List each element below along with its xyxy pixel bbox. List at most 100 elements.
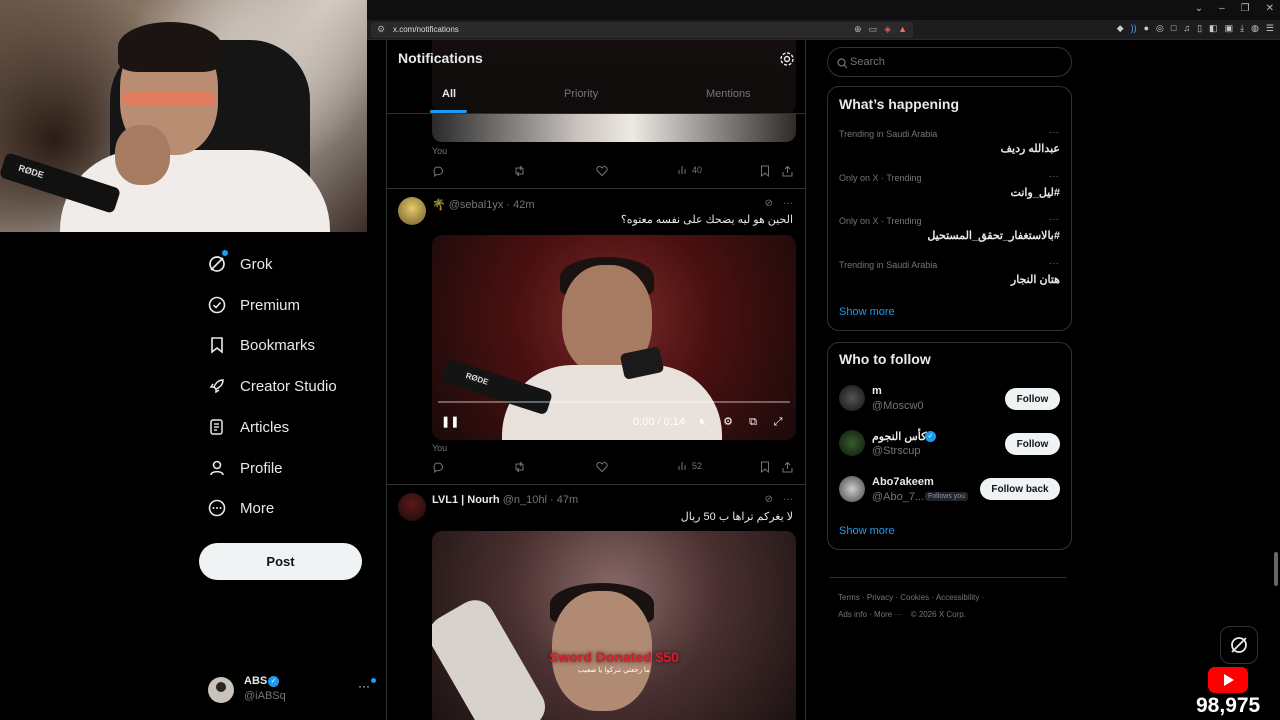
maximize-icon[interactable]: ❐ bbox=[1241, 3, 1250, 14]
extension-icon[interactable]: ◎ bbox=[1156, 23, 1164, 34]
video-player[interactable]: Sword Donated $50 ما رجعتي تتركوا يا صعي… bbox=[432, 531, 796, 720]
footer-link-ads-info[interactable]: Ads info bbox=[838, 610, 867, 619]
footer-link-terms[interactable]: Terms bbox=[838, 593, 860, 602]
avatar[interactable] bbox=[398, 493, 426, 521]
minimize-icon[interactable]: – bbox=[1219, 3, 1225, 14]
menu-icon[interactable]: ☰ bbox=[1266, 23, 1274, 34]
picture-in-picture-icon[interactable]: ⧉ bbox=[746, 415, 760, 429]
shield-icon[interactable]: ◈ bbox=[884, 24, 891, 35]
views-count[interactable]: 40 bbox=[678, 165, 702, 175]
nav-item-grok[interactable]: Grok bbox=[207, 250, 273, 276]
follow-suggestion-handle[interactable]: @Abo_7... bbox=[872, 491, 924, 503]
follow-button[interactable]: Follow bbox=[1005, 433, 1060, 455]
wallet-icon[interactable]: ▣ bbox=[1225, 23, 1234, 34]
bookmark-icon[interactable] bbox=[760, 461, 770, 473]
video-player[interactable]: RØDE ❚❚ 0:00 / 0:14 🔇︎ ⚙ ⧉ ⤢ bbox=[432, 235, 796, 440]
nav-item-articles[interactable]: Articles bbox=[207, 415, 289, 439]
footer-link-cookies[interactable]: Cookies bbox=[900, 593, 929, 602]
wireless-icon[interactable]: )) bbox=[1131, 23, 1137, 34]
tweet-time[interactable]: 42m bbox=[513, 199, 534, 211]
music-icon[interactable]: ♫ bbox=[1183, 23, 1190, 34]
pause-icon[interactable]: ❚❚ bbox=[441, 415, 459, 429]
account-switcher[interactable]: ABS ✓ @iABSq ··· bbox=[208, 673, 378, 707]
tab-priority[interactable]: Priority bbox=[564, 88, 598, 100]
fullscreen-icon[interactable]: ⤢ bbox=[771, 415, 785, 429]
more-options-icon[interactable]: ··· bbox=[1049, 214, 1059, 225]
alert-icon[interactable]: ▲ bbox=[898, 24, 907, 35]
close-icon[interactable]: ✕ bbox=[1266, 3, 1274, 14]
follow-button[interactable]: Follow bbox=[1005, 388, 1060, 410]
more-options-icon[interactable]: ··· bbox=[1049, 258, 1059, 269]
extension-icon[interactable]: ◆ bbox=[1117, 23, 1124, 34]
tab-all[interactable]: All bbox=[442, 88, 456, 100]
reply-icon[interactable] bbox=[432, 461, 444, 473]
trend-item[interactable]: عبدالله رديف bbox=[1001, 142, 1060, 155]
cast-icon[interactable]: ▭ bbox=[869, 24, 878, 35]
trend-item[interactable]: #بالاستغفار_تحقق_المستحيل bbox=[927, 229, 1060, 242]
sidebar-icon[interactable]: ◧ bbox=[1209, 23, 1218, 34]
more-options-icon[interactable]: ··· bbox=[783, 494, 793, 505]
extension-icon[interactable]: ● bbox=[1144, 23, 1149, 34]
grok-explain-icon[interactable]: ⊘ bbox=[765, 494, 773, 505]
video-progress-bar[interactable] bbox=[438, 401, 790, 403]
tweet-handle[interactable]: @n_10hl bbox=[503, 494, 547, 506]
address-bar[interactable]: ⚙ x.com/notifications ⊕ ▭ ◈ ▲ bbox=[371, 22, 913, 38]
mute-icon[interactable]: 🔇︎ bbox=[696, 415, 710, 429]
media-thumbnail[interactable] bbox=[432, 114, 796, 142]
avatar[interactable] bbox=[839, 476, 865, 502]
show-more-link[interactable]: Show more bbox=[839, 306, 895, 318]
page-scrollbar[interactable] bbox=[1274, 552, 1278, 586]
avatar[interactable] bbox=[398, 197, 426, 225]
url-text[interactable]: x.com/notifications bbox=[393, 25, 459, 34]
share-icon[interactable] bbox=[782, 461, 793, 473]
footer-link-privacy[interactable]: Privacy bbox=[867, 593, 893, 602]
settings-icon[interactable]: ⚙ bbox=[721, 415, 735, 429]
show-more-link[interactable]: Show more bbox=[839, 525, 895, 537]
follow-suggestion-handle[interactable]: @Strscup bbox=[872, 445, 920, 457]
trend-item[interactable]: هتان النجار bbox=[1011, 273, 1060, 286]
chevron-down-icon[interactable]: ⌄ bbox=[1195, 3, 1203, 14]
footer-link-accessibility[interactable]: Accessibility bbox=[936, 593, 980, 602]
nav-item-premium[interactable]: Premium bbox=[207, 293, 300, 317]
nav-item-profile[interactable]: Profile bbox=[207, 456, 283, 480]
avatar[interactable] bbox=[839, 385, 865, 411]
tweet-author[interactable]: LVL1 | Nourh bbox=[432, 494, 500, 506]
repost-icon[interactable] bbox=[513, 461, 526, 473]
nav-item-bookmarks[interactable]: Bookmarks bbox=[207, 333, 315, 357]
more-options-icon[interactable]: ··· bbox=[1049, 127, 1059, 138]
more-options-icon[interactable]: ··· bbox=[1049, 171, 1059, 182]
more-options-icon[interactable]: ··· bbox=[358, 679, 370, 693]
follow-suggestion-name[interactable]: كأس النجوم bbox=[872, 430, 926, 443]
extension-icon[interactable]: ▯ bbox=[1197, 23, 1202, 34]
views-count[interactable]: 52 bbox=[678, 461, 702, 471]
extension-icon[interactable]: □ bbox=[1171, 23, 1176, 34]
repost-icon[interactable] bbox=[513, 165, 526, 177]
avatar[interactable] bbox=[839, 430, 865, 456]
post-button[interactable]: Post bbox=[199, 543, 362, 580]
grok-explain-icon[interactable]: ⊘ bbox=[765, 198, 773, 209]
follow-suggestion-name[interactable]: m bbox=[872, 385, 882, 397]
nav-item-more[interactable]: More bbox=[207, 496, 274, 520]
tweet-time[interactable]: 47m bbox=[557, 494, 578, 506]
site-info-icon[interactable]: ⚙ bbox=[377, 24, 385, 35]
zoom-icon[interactable]: ⊕ bbox=[854, 24, 862, 35]
like-icon[interactable] bbox=[596, 165, 608, 177]
download-icon[interactable]: ⤓ bbox=[1240, 23, 1244, 34]
like-icon[interactable] bbox=[596, 461, 608, 473]
share-icon[interactable] bbox=[782, 165, 793, 177]
footer-link-more[interactable]: More ··· bbox=[874, 610, 902, 619]
settings-icon[interactable] bbox=[779, 51, 795, 67]
trend-item[interactable]: #ليل_وانت bbox=[1011, 186, 1060, 199]
follow-back-button[interactable]: Follow back bbox=[980, 478, 1060, 500]
tweet-handle[interactable]: @sebal1yx bbox=[449, 199, 504, 211]
bookmark-icon[interactable] bbox=[760, 165, 770, 177]
follow-suggestion-handle[interactable]: @Moscw0 bbox=[872, 400, 924, 412]
tab-mentions[interactable]: Mentions bbox=[706, 88, 751, 100]
grok-floating-button[interactable] bbox=[1220, 626, 1258, 664]
nav-item-creator-studio[interactable]: Creator Studio bbox=[207, 374, 337, 398]
more-options-icon[interactable]: ··· bbox=[783, 198, 793, 209]
reply-icon[interactable] bbox=[432, 165, 444, 177]
shield-icon[interactable]: ◍ bbox=[1251, 23, 1259, 34]
search-input[interactable]: Search bbox=[827, 47, 1072, 77]
follow-suggestion-name[interactable]: Abo7akeem bbox=[872, 476, 934, 488]
